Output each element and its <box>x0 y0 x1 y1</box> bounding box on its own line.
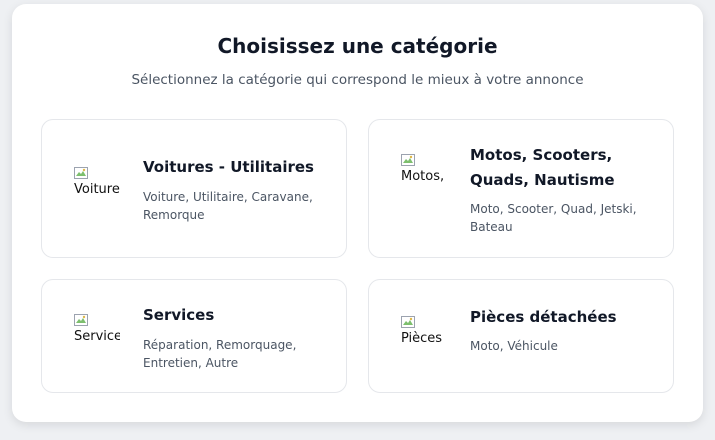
broken-image-icon <box>401 154 415 166</box>
image-alt-text: Voitures <box>74 182 120 197</box>
category-title: Motos, Scooters, Quads, Nautisme <box>470 146 615 189</box>
image-alt-text: Pièces détachées <box>401 331 443 346</box>
category-image-voitures: Voitures <box>74 166 120 198</box>
category-card-services[interactable]: Services Services Réparation, Remorquage… <box>41 279 347 393</box>
category-title: Services <box>143 306 215 324</box>
category-card-motos[interactable]: Motos, Scooters Motos, Scooters, Quads, … <box>368 119 674 258</box>
image-alt-text: Motos, Scooters <box>401 169 445 184</box>
broken-image-icon <box>74 314 88 326</box>
image-alt-text: Services <box>74 329 120 344</box>
page-subtitle: Sélectionnez la catégorie qui correspond… <box>131 72 584 88</box>
category-card-voitures[interactable]: Voitures Voitures - Utilitaires Voiture,… <box>41 119 347 258</box>
category-image-motos: Motos, Scooters <box>401 153 447 185</box>
category-card-pieces[interactable]: Pièces détachées Pièces détachées Moto, … <box>368 279 674 393</box>
category-description: Moto, Scooter, Quad, Jetski, Bateau <box>470 202 637 234</box>
category-image-pieces: Pièces détachées <box>401 315 447 347</box>
broken-image-icon <box>74 167 88 179</box>
category-description: Moto, Véhicule <box>470 339 558 353</box>
category-picker-panel: Choisissez une catégorie Sélectionnez la… <box>12 4 703 422</box>
category-title: Pièces détachées <box>470 308 617 326</box>
category-description: Réparation, Remorquage, Entretien, Autre <box>143 338 297 370</box>
category-image-services: Services <box>74 313 120 345</box>
page-title: Choisissez une catégorie <box>217 34 498 58</box>
broken-image-icon <box>401 316 415 328</box>
category-title: Voitures - Utilitaires <box>143 158 314 176</box>
category-description: Voiture, Utilitaire, Caravane, Remorque <box>143 190 313 222</box>
